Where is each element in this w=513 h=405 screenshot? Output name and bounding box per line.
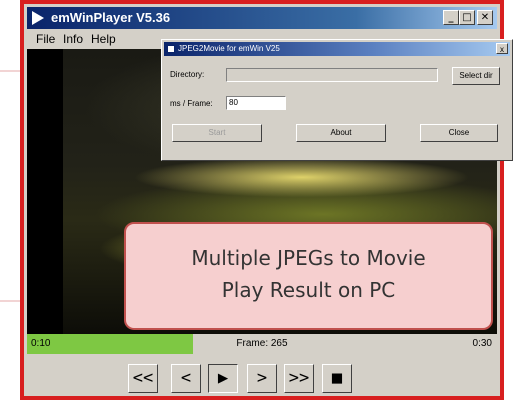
dialog-title-bar[interactable]: JPEG2Movie for emWin V25 x: [164, 42, 510, 56]
stop-button[interactable]: ■: [322, 364, 352, 393]
rewind-button[interactable]: <<: [128, 364, 158, 393]
maximize-button[interactable]: □: [459, 10, 475, 25]
next-frame-button[interactable]: >: [247, 364, 277, 393]
previous-frame-button[interactable]: <: [171, 364, 201, 393]
close-button[interactable]: ✕: [477, 10, 493, 25]
video-letterbox: [27, 49, 63, 334]
dialog-app-icon: [167, 45, 175, 53]
ms-per-frame-label: ms / Frame:: [170, 99, 213, 108]
menu-help[interactable]: Help: [91, 32, 116, 46]
directory-label: Directory:: [170, 70, 205, 79]
window-title: emWinPlayer V5.36: [51, 10, 171, 25]
dialog-title: JPEG2Movie for emWin V25: [178, 44, 280, 53]
menu-file[interactable]: File: [36, 32, 55, 46]
caption-line-1: Multiple JPEGs to Movie: [191, 246, 426, 270]
caption-line-2: Play Result on PC: [221, 278, 396, 302]
total-time: 0:30: [472, 338, 492, 349]
jpeg2movie-dialog: JPEG2Movie for emWin V25 x Directory: Se…: [161, 39, 513, 161]
ms-per-frame-input[interactable]: 80: [226, 96, 286, 110]
directory-field[interactable]: [226, 68, 438, 82]
player-window-frame: emWinPlayer V5.36 _ □ ✕ File Info Help J…: [20, 0, 513, 400]
frame-counter: Frame: 265: [236, 338, 288, 349]
start-button[interactable]: Start: [172, 124, 262, 142]
playback-progress-bar[interactable]: 0:10 Frame: 265 0:30: [27, 334, 497, 354]
dialog-close-button[interactable]: Close: [420, 124, 498, 142]
about-button[interactable]: About: [296, 124, 386, 142]
minimize-button[interactable]: _: [443, 10, 459, 25]
caption-callout: Multiple JPEGs to Movie Play Result on P…: [124, 222, 493, 330]
menu-info[interactable]: Info: [63, 32, 83, 46]
fast-forward-button[interactable]: >>: [284, 364, 314, 393]
play-button[interactable]: ▶: [208, 364, 238, 393]
select-dir-button[interactable]: Select dir: [452, 67, 500, 85]
dialog-close-icon[interactable]: x: [496, 43, 508, 54]
play-app-icon: [32, 11, 44, 25]
title-bar[interactable]: emWinPlayer V5.36 _ □ ✕: [27, 7, 497, 29]
